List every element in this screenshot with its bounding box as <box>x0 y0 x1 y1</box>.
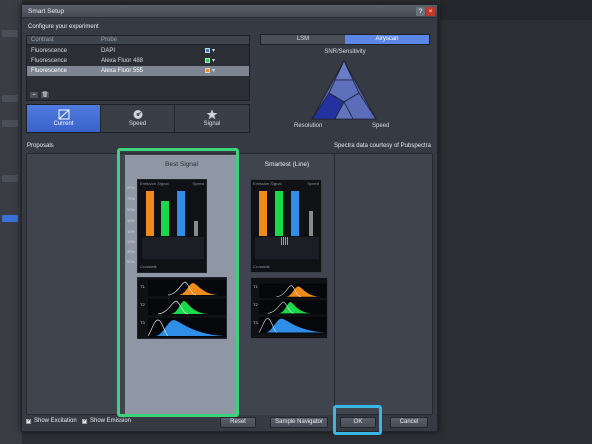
show-excitation-label: Show Excitation <box>34 418 77 424</box>
dialog-titlebar: Smart Setup ? × <box>22 5 437 18</box>
dialog-title: Smart Setup <box>28 8 65 15</box>
mode-label: Speed <box>128 121 147 127</box>
mode-label: Current <box>53 121 74 127</box>
bar-speed <box>309 211 313 236</box>
spectra-profiles <box>259 283 327 334</box>
configure-label: Configure your experiment <box>28 24 99 30</box>
table-header: Contrast Probe <box>27 36 249 45</box>
help-button[interactable]: ? <box>416 7 425 16</box>
airyscan-option[interactable]: Airyscan <box>345 35 429 44</box>
background-sidebar <box>0 0 22 444</box>
resolution-label: Resolution <box>294 123 323 129</box>
color-swatch[interactable] <box>205 58 210 63</box>
contrast-cell: Fluorescence <box>31 68 68 74</box>
ok-button-highlight <box>333 405 382 435</box>
color-swatch[interactable] <box>205 48 210 53</box>
star-icon <box>206 109 218 120</box>
mode-speed-button[interactable]: Speed <box>101 105 175 132</box>
probe-cell: Alexa Fluor 555 <box>101 68 144 74</box>
bar-alexa-fluor-555 <box>259 191 267 236</box>
background-toolbar <box>440 0 592 20</box>
crosstalk-bar <box>281 237 289 245</box>
trash-icon[interactable]: 🗑 <box>40 91 50 99</box>
speed-label: Speed <box>372 123 390 129</box>
best-signal-highlight <box>117 148 239 417</box>
mode-current-button[interactable]: Current <box>27 105 101 132</box>
mode-selector: Current Speed Signal <box>26 104 250 133</box>
sample-navigator-button[interactable]: Sample Navigator <box>270 417 328 428</box>
background-item <box>2 175 18 182</box>
proposal-title: Smartest (Line) <box>264 161 310 168</box>
smartest-line-proposal[interactable]: Smartest (Line) Emission Signal Speed Cr… <box>240 155 334 415</box>
background-item <box>2 215 18 222</box>
current-icon <box>58 109 69 120</box>
background-item <box>2 120 18 127</box>
contrast-cell: Fluorescence <box>31 48 68 54</box>
bar-alexa-fluor-488 <box>275 191 283 236</box>
probe-table: Contrast Probe Fluorescence DAPI ▾ Fluor… <box>26 35 250 101</box>
cancel-button[interactable]: Cancel <box>390 417 428 428</box>
crosstalk-label: Crosstalk <box>253 264 270 269</box>
show-excitation-checkbox[interactable] <box>26 418 31 424</box>
speed-dial-icon <box>133 110 142 119</box>
contrast-header: Contrast <box>31 37 54 43</box>
chevron-down-icon[interactable]: ▾ <box>212 57 215 64</box>
track-label: T2 <box>253 302 258 307</box>
table-row[interactable]: Fluorescence DAPI ▾ <box>27 46 249 56</box>
probe-cell: DAPI <box>101 48 116 54</box>
reset-button[interactable]: Reset <box>220 417 256 428</box>
proposals-label: Proposals <box>27 143 54 149</box>
tradeoff-triangle[interactable] <box>311 60 377 120</box>
show-emission-checkbox[interactable] <box>82 418 87 424</box>
mode-label: Signal <box>203 121 221 127</box>
contrast-cell: Fluorescence <box>31 58 68 64</box>
add-button[interactable]: + <box>29 91 39 99</box>
bar-dapi <box>291 191 299 236</box>
track-profiles: T1 T2 T3 <box>250 277 328 339</box>
close-button[interactable]: × <box>426 7 435 16</box>
spectra-credit: Spectra data courtesy of Pubspectra <box>333 143 431 149</box>
background-item <box>2 95 18 102</box>
emission-bars <box>255 186 319 236</box>
column-divider <box>334 154 335 416</box>
table-row-selected[interactable]: Fluorescence Alexa Fluor 555 ▾ <box>27 66 249 76</box>
emission-chart: Emission Signal Speed Crosstalk <box>250 179 322 273</box>
show-emission-label: Show Emission <box>90 418 132 424</box>
chevron-down-icon[interactable]: ▾ <box>212 67 215 74</box>
probe-header: Probe <box>101 37 118 43</box>
color-swatch[interactable] <box>205 68 210 73</box>
track-label: T1 <box>253 284 258 289</box>
background-item <box>2 30 18 37</box>
snr-sensitivity-label: SNR/Sensitivity <box>324 49 366 55</box>
track-label: T3 <box>253 320 258 325</box>
mode-signal-button[interactable]: Signal <box>175 105 249 132</box>
lsm-option[interactable]: LSM <box>261 35 345 44</box>
detector-toggle: LSM Airyscan <box>260 34 430 45</box>
chevron-down-icon[interactable]: ▾ <box>212 47 215 54</box>
table-row[interactable]: Fluorescence Alexa Fluor 488 ▾ <box>27 56 249 66</box>
probe-cell: Alexa Fluor 488 <box>101 58 144 64</box>
